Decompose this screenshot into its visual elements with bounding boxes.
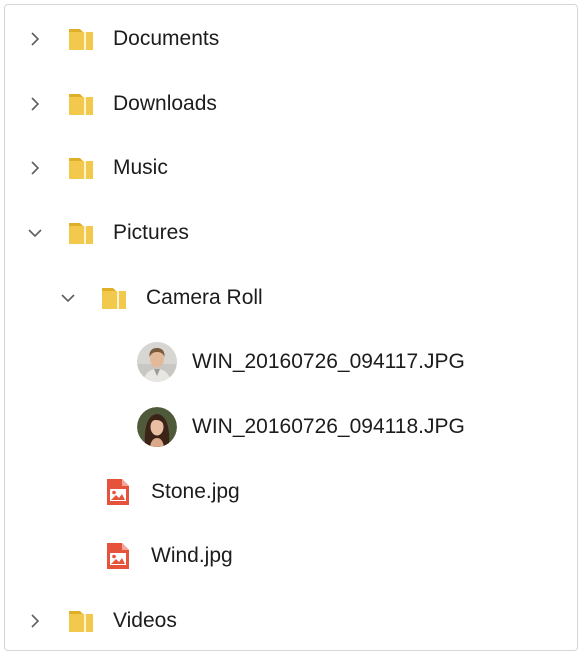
chevron-down-icon[interactable] (25, 223, 45, 243)
man-avatar-thumbnail (137, 342, 177, 382)
tree-node-pictures[interactable]: Pictures (5, 209, 577, 257)
tree-node-label: Downloads (113, 92, 217, 115)
tree-node-downloads[interactable]: Downloads (5, 80, 577, 128)
folder-icon (69, 611, 93, 632)
tree-node-label: Music (113, 156, 168, 179)
image-file-icon (107, 543, 129, 569)
tree-node-label: WIN_20160726_094118.JPG (192, 415, 465, 438)
folder-icon (102, 288, 126, 309)
folder-icon (69, 223, 93, 244)
chevron-down-icon[interactable] (58, 288, 78, 308)
tree-node-win-094118[interactable]: WIN_20160726_094118.JPG (5, 403, 577, 451)
chevron-right-icon[interactable] (25, 29, 45, 49)
tree-node-wind-jpg[interactable]: Wind.jpg (5, 532, 577, 580)
chevron-right-icon[interactable] (25, 611, 45, 631)
folder-icon (69, 29, 93, 50)
tree-node-label: Camera Roll (146, 286, 263, 309)
chevron-right-icon[interactable] (25, 94, 45, 114)
image-file-icon (107, 479, 129, 505)
tree-node-label: WIN_20160726_094117.JPG (192, 350, 465, 373)
tree-node-music[interactable]: Music (5, 144, 577, 192)
tree-node-stone-jpg[interactable]: Stone.jpg (5, 468, 577, 516)
tree-node-label: Wind.jpg (151, 544, 233, 567)
woman-avatar-thumbnail (137, 407, 177, 447)
tree-node-camera-roll[interactable]: Camera Roll (5, 274, 577, 322)
tree-node-label: Documents (113, 27, 220, 50)
file-tree: Documents Downloads Music Pictures Camer… (4, 4, 578, 651)
tree-node-label: Stone.jpg (151, 480, 240, 503)
chevron-right-icon[interactable] (25, 158, 45, 178)
tree-node-documents[interactable]: Documents (5, 15, 577, 63)
tree-node-label: Pictures (113, 221, 189, 244)
tree-node-videos[interactable]: Videos (5, 597, 577, 645)
folder-icon (69, 158, 93, 179)
tree-node-win-094117[interactable]: WIN_20160726_094117.JPG (5, 338, 577, 386)
folder-icon (69, 94, 93, 115)
tree-node-label: Videos (113, 609, 177, 632)
